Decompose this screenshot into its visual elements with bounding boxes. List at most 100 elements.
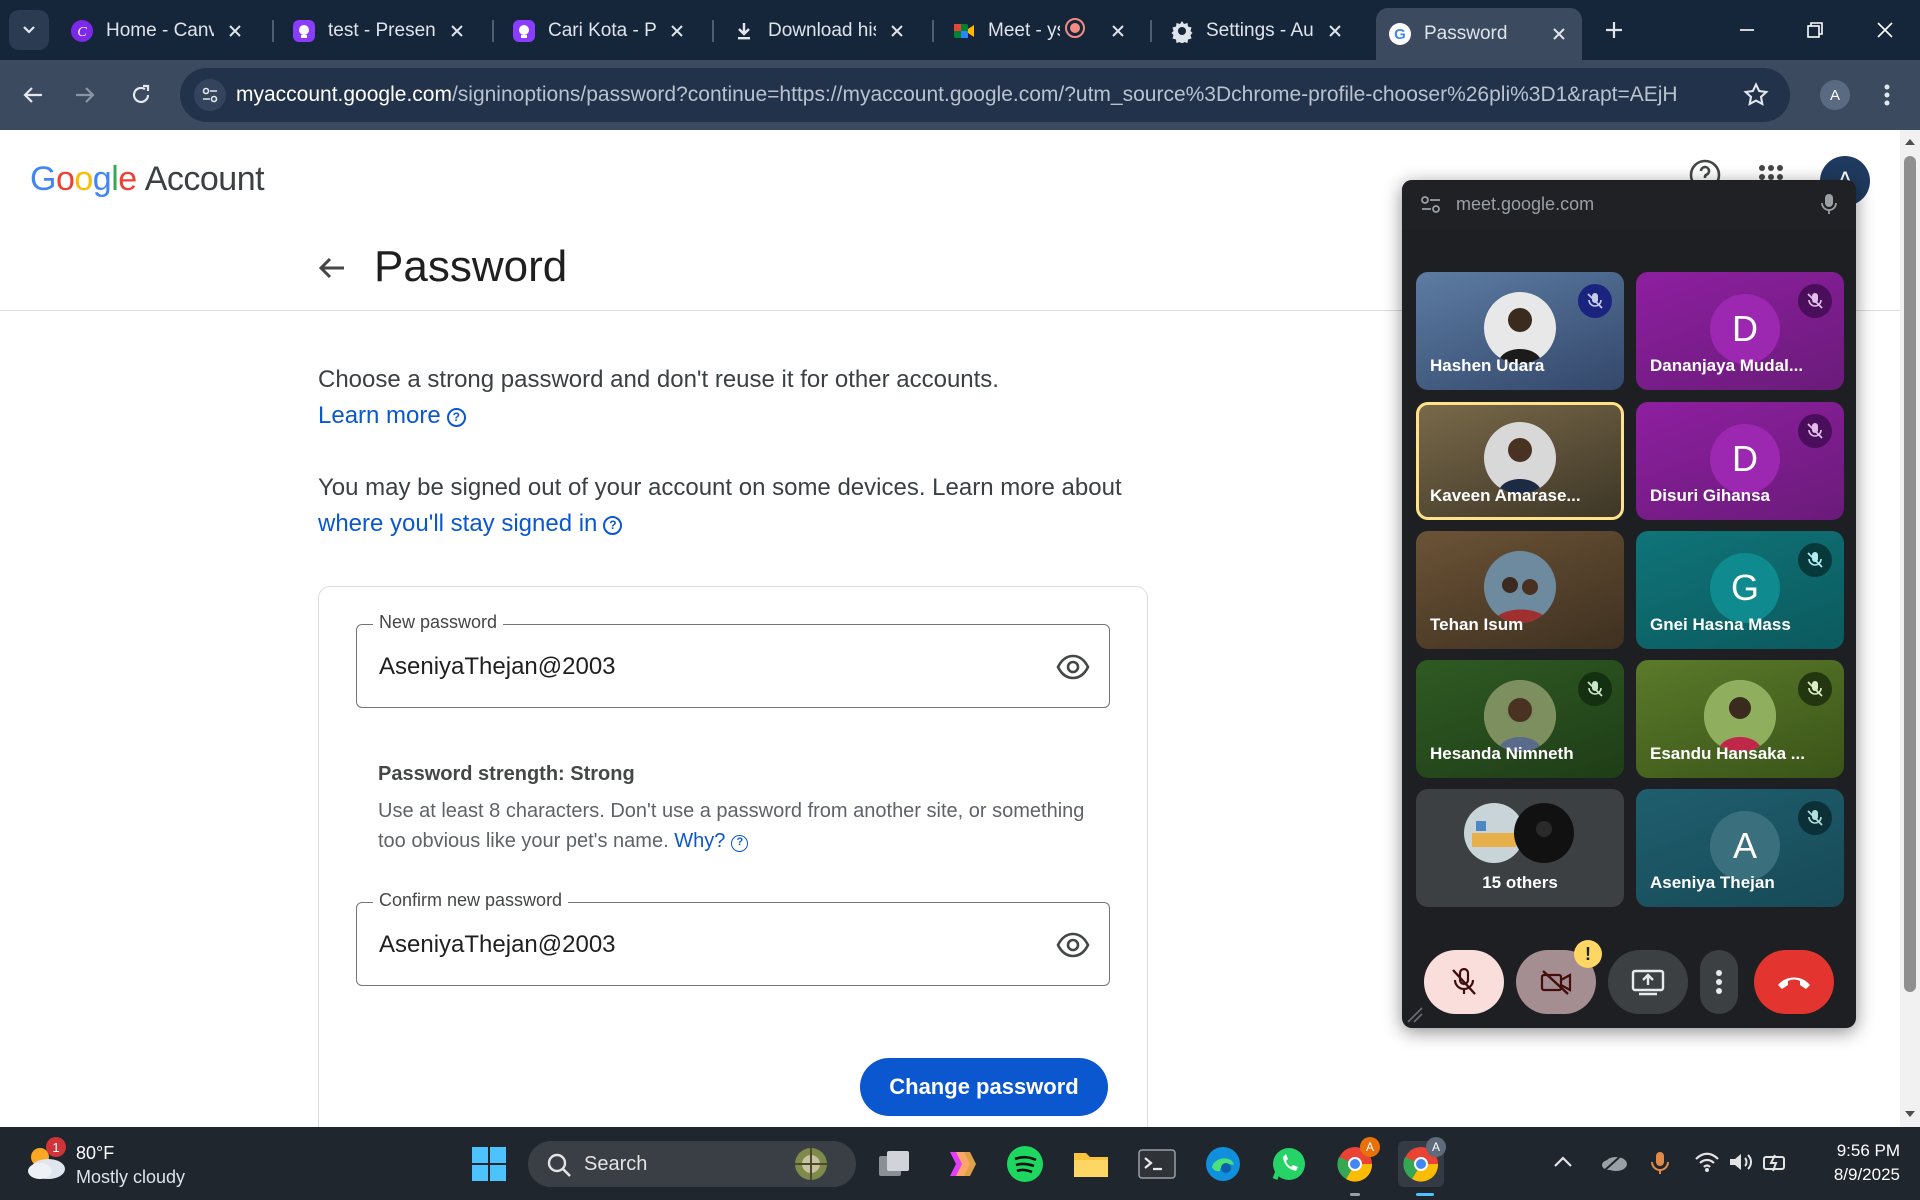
close-icon[interactable]	[1324, 20, 1346, 42]
participant-photo	[1704, 680, 1776, 752]
participant-initial: D	[1710, 294, 1780, 364]
weather-widget[interactable]: 1 80°F Mostly cloudy	[22, 1137, 185, 1190]
confirm-password-field[interactable]: Confirm new password AseniyaThejan@2003	[356, 890, 1110, 986]
others-tile[interactable]: 15 others	[1416, 789, 1624, 907]
window-close-button[interactable]	[1860, 10, 1910, 50]
copilot-button[interactable]	[937, 1141, 983, 1187]
participant-tile-speaking[interactable]: Kaveen Amarase...	[1416, 402, 1624, 520]
google-account-logo[interactable]: Google Account	[30, 160, 265, 199]
arrow-left-icon[interactable]	[316, 252, 348, 284]
present-button[interactable]	[1608, 950, 1688, 1014]
mic-off-icon	[1798, 543, 1832, 577]
participant-name: Kaveen Amarase...	[1430, 486, 1581, 505]
close-icon[interactable]	[1548, 23, 1570, 45]
task-view-icon	[879, 1151, 909, 1176]
new-password-value[interactable]: AseniyaThejan@2003	[379, 653, 616, 681]
scrollbar-thumb[interactable]	[1904, 156, 1916, 992]
volume-icon[interactable]	[1728, 1151, 1754, 1173]
onedrive-icon[interactable]	[1600, 1151, 1628, 1173]
scroll-up-icon[interactable]	[1904, 136, 1916, 148]
back-button[interactable]	[14, 76, 52, 114]
chrome-profile-badge: A	[1426, 1137, 1446, 1157]
leave-call-button[interactable]	[1754, 950, 1834, 1014]
tab-download-history[interactable]: Download hist	[720, 8, 920, 54]
stay-signed-in-link[interactable]: where you'll stay signed in?	[318, 510, 623, 537]
battery-charging-icon[interactable]	[1762, 1151, 1788, 1173]
taskbar-search[interactable]: Search	[528, 1141, 856, 1187]
site-info-icon[interactable]	[194, 79, 226, 111]
logo-letter: G	[30, 160, 56, 198]
minimize-button[interactable]	[1722, 10, 1772, 50]
close-icon[interactable]	[666, 20, 688, 42]
meet-pip-window[interactable]: meet.google.com Hashen Udara D Dananjaya…	[1402, 180, 1856, 1028]
system-clock[interactable]: 9:56 PM 8/9/2025	[1790, 1139, 1900, 1187]
url-text: myaccount.google.com/signinoptions/passw…	[236, 83, 1676, 107]
resize-grip-icon[interactable]	[1406, 1006, 1424, 1024]
learn-more-link[interactable]: Learn more?	[318, 402, 466, 429]
participant-tile[interactable]: Esandu Hansaka ...	[1636, 660, 1844, 778]
camera-off-button[interactable]: !	[1516, 940, 1602, 1014]
chevron-down-icon	[23, 26, 35, 34]
tab-cari-kota[interactable]: Cari Kota - Pre	[500, 8, 700, 54]
forward-button[interactable]	[66, 76, 104, 114]
tab-meet[interactable]: Meet - yss	[940, 8, 1140, 54]
more-options-button[interactable]	[1700, 950, 1738, 1014]
tab-divider	[492, 20, 494, 42]
scroll-down-icon[interactable]	[1904, 1108, 1916, 1120]
reload-button[interactable]	[122, 76, 160, 114]
tab-test-presentation[interactable]: test - Presenta	[280, 8, 480, 54]
chrome-active-button[interactable]: A	[1398, 1137, 1446, 1187]
new-tab-button[interactable]	[1596, 12, 1632, 48]
address-bar[interactable]: myaccount.google.com/signinoptions/passw…	[180, 68, 1790, 122]
profile-avatar[interactable]: A	[1820, 80, 1850, 110]
pip-site-url: meet.google.com	[1456, 194, 1595, 214]
browser-menu-button[interactable]	[1872, 78, 1902, 112]
participant-tile[interactable]: Hashen Udara	[1416, 272, 1624, 390]
mic-icon	[1821, 194, 1837, 214]
confirm-password-value[interactable]: AseniyaThejan@2003	[379, 931, 616, 959]
participant-tile[interactable]: D Dananjaya Mudal...	[1636, 272, 1844, 390]
tab-search-button[interactable]	[9, 10, 49, 50]
participant-tile[interactable]: D Disuri Gihansa	[1636, 402, 1844, 520]
page-scrollbar[interactable]	[1900, 130, 1920, 1127]
why-link[interactable]: Why??	[674, 830, 749, 852]
eye-icon[interactable]	[1055, 927, 1091, 963]
change-password-button[interactable]: Change password	[860, 1058, 1108, 1116]
tab-password[interactable]: G Password	[1376, 8, 1582, 60]
whatsapp-button[interactable]	[1266, 1141, 1312, 1187]
participant-tile[interactable]: Hesanda Nimneth	[1416, 660, 1624, 778]
close-icon[interactable]	[446, 20, 468, 42]
close-icon[interactable]	[886, 20, 908, 42]
chevron-up-icon[interactable]	[1552, 1151, 1574, 1173]
bookmark-star-icon[interactable]	[1742, 81, 1770, 109]
edge-icon	[1206, 1147, 1240, 1181]
participant-tile[interactable]: Tehan Isum	[1416, 531, 1624, 649]
camera-warning-badge: !	[1574, 940, 1602, 968]
mic-off-icon	[1798, 801, 1832, 835]
mic-off-button[interactable]	[1424, 950, 1504, 1014]
participant-initial: A	[1710, 811, 1780, 881]
task-view-button[interactable]	[872, 1141, 918, 1187]
participant-tile-self[interactable]: A Aseniya Thejan	[1636, 789, 1844, 907]
tab-canva[interactable]: C Home - Canva	[58, 8, 258, 54]
eye-icon[interactable]	[1055, 649, 1091, 685]
start-button[interactable]	[466, 1141, 512, 1187]
chrome-profile-button[interactable]: A	[1332, 1137, 1380, 1187]
tune-icon[interactable]	[1420, 195, 1442, 215]
close-icon[interactable]	[1108, 20, 1128, 42]
edge-button[interactable]	[1200, 1141, 1246, 1187]
restore-button[interactable]	[1790, 10, 1840, 50]
spotify-button[interactable]	[1002, 1141, 1048, 1187]
gear-icon	[1170, 19, 1194, 43]
arrow-right-icon	[76, 87, 95, 103]
terminal-button[interactable]	[1134, 1141, 1180, 1187]
tab-settings[interactable]: Settings - Auto	[1158, 8, 1358, 54]
new-password-field[interactable]: New password AseniyaThejan@2003	[356, 612, 1110, 708]
close-icon[interactable]	[224, 20, 246, 42]
file-explorer-button[interactable]	[1068, 1141, 1114, 1187]
participant-tile[interactable]: G Gnei Hasna Mass	[1636, 531, 1844, 649]
password-hint: Use at least 8 characters. Don't use a p…	[378, 796, 1098, 856]
wifi-icon[interactable]	[1694, 1151, 1720, 1173]
mic-icon[interactable]	[1650, 1151, 1670, 1175]
pip-title-bar[interactable]: meet.google.com	[1402, 180, 1856, 230]
